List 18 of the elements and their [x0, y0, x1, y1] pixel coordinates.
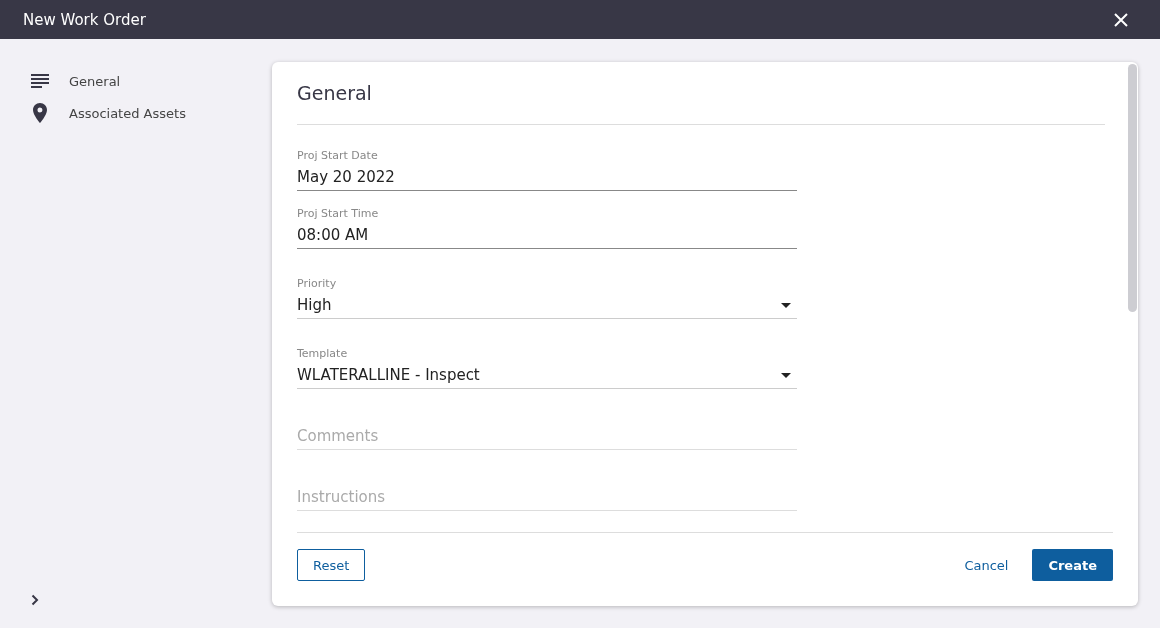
dropdown-field[interactable]: Template WLATERALLINE - Inspect	[297, 347, 797, 389]
create-button[interactable]: Create	[1032, 549, 1113, 581]
map-pin-icon	[31, 103, 49, 123]
text-field[interactable]: Proj Start Date May 20 2022	[297, 149, 797, 191]
expand-chevron-icon[interactable]	[31, 594, 39, 606]
dropdown-field[interactable]: Priority High	[297, 277, 797, 319]
close-icon[interactable]	[1114, 12, 1128, 27]
section-title: General	[297, 62, 1105, 125]
reset-button[interactable]: Reset	[297, 549, 366, 581]
window-title: New Work Order	[23, 10, 146, 29]
scrollbar-thumb[interactable]	[1128, 64, 1137, 312]
cancel-button[interactable]: Cancel	[964, 557, 1009, 573]
lines-icon	[31, 74, 49, 88]
sidebar-item[interactable]: Associated Assets	[31, 103, 272, 123]
dropdown-caret-icon	[781, 302, 791, 308]
sidebar-item[interactable]: General	[31, 71, 272, 91]
dropdown-caret-icon	[781, 372, 791, 378]
text-field[interactable]: Proj Start Time 08:00 AM	[297, 207, 797, 249]
